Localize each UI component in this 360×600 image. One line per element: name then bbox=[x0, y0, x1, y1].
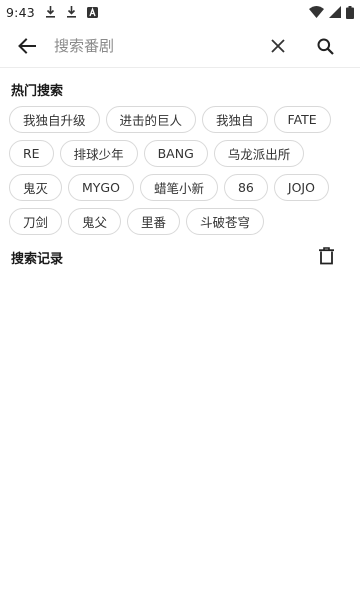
search-button[interactable] bbox=[314, 35, 336, 57]
wifi-icon bbox=[309, 6, 324, 18]
hot-search-tag[interactable]: 刀剑 bbox=[9, 208, 63, 235]
hot-search-tag[interactable]: BANG bbox=[143, 140, 208, 167]
clear-button[interactable] bbox=[267, 35, 289, 57]
hot-search-tag[interactable]: 蜡笔小新 bbox=[139, 174, 218, 201]
hot-search-tag[interactable]: 里番 bbox=[127, 208, 181, 235]
arrow-left-icon bbox=[18, 38, 36, 54]
hot-search-tag[interactable]: JOJO bbox=[273, 174, 329, 201]
signal-icon bbox=[329, 6, 341, 18]
search-bar bbox=[0, 24, 360, 68]
hot-search-tags: 我独自升级 进击的巨人 我独自 FATE RE 排球少年 BANG 乌龙派出所鬼灭 MYGO 蜡笔… bbox=[9, 106, 354, 235]
hot-search-tag[interactable]: 排球少年 bbox=[59, 140, 138, 167]
hot-search-tag[interactable]: 鬼父 bbox=[68, 208, 122, 235]
back-button[interactable] bbox=[16, 35, 38, 57]
hot-search-title: 热门搜索 bbox=[11, 84, 64, 99]
download-icon bbox=[66, 6, 77, 18]
a-badge-icon bbox=[86, 6, 98, 18]
hot-search-tag[interactable]: 我独自 bbox=[202, 106, 268, 133]
close-icon bbox=[271, 39, 285, 53]
download-icon bbox=[45, 6, 56, 18]
hot-search-tag[interactable]: 乌龙派出所 bbox=[213, 140, 305, 167]
status-right bbox=[309, 5, 354, 19]
search-input[interactable] bbox=[54, 33, 254, 59]
hot-search-tag[interactable]: 斗破苍穹 bbox=[186, 208, 265, 235]
hot-search-tag[interactable]: RE bbox=[9, 140, 54, 167]
hot-search-tag[interactable]: 进击的巨人 bbox=[105, 106, 197, 133]
hot-search-tag[interactable]: FATE bbox=[273, 106, 331, 133]
status-time: 9:43 bbox=[6, 4, 35, 20]
hot-search-tag[interactable]: 86 bbox=[223, 174, 268, 201]
search-icon bbox=[317, 38, 334, 55]
hot-search-tag[interactable]: MYGO bbox=[68, 174, 134, 201]
hot-search-tag[interactable]: 我独自升级 bbox=[9, 106, 100, 133]
battery-icon bbox=[346, 5, 354, 19]
clear-history-button[interactable] bbox=[316, 245, 336, 267]
status-bar: 9:43 bbox=[0, 0, 360, 24]
status-left: 9:43 bbox=[6, 5, 98, 20]
trash-icon bbox=[318, 247, 334, 265]
search-history-title: 搜索记录 bbox=[11, 252, 64, 267]
hot-search-tag[interactable]: 鬼灭 bbox=[9, 174, 63, 201]
